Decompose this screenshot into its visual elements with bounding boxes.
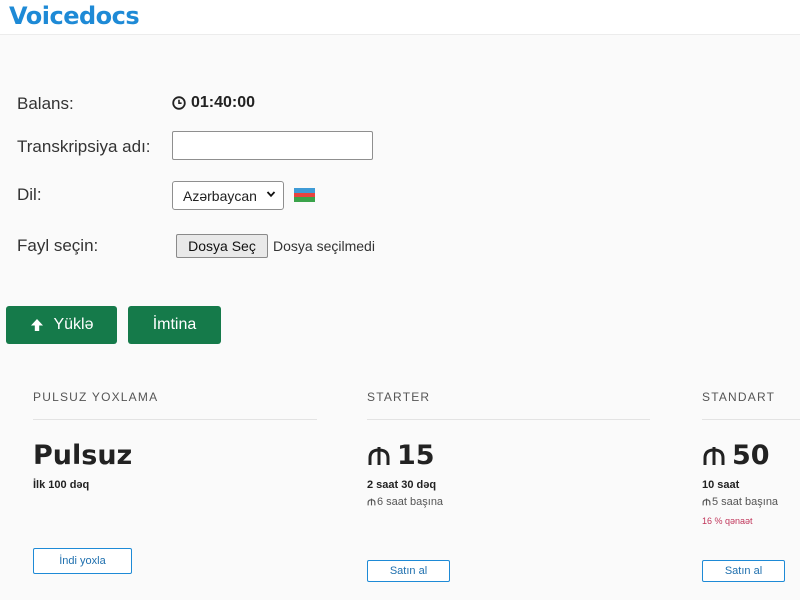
plan-price-value: 50 (732, 440, 770, 471)
balance-time: 01:40:00 (191, 94, 256, 111)
plan-rate-text: 6 saat başına (377, 496, 444, 508)
plan-name: PULSUZ YOXLAMA (33, 390, 159, 404)
plan-subtitle: 2 saat 30 dəq (367, 479, 437, 491)
manat-icon (702, 498, 711, 506)
manat-icon (703, 446, 725, 465)
divider (702, 419, 800, 420)
upload-button-label: Yüklə (53, 316, 94, 333)
upload-button[interactable]: Yüklə (6, 306, 117, 344)
plan-standard-card: STANDART 50 10 saat 5 saat başına 16 % q… (702, 390, 800, 582)
plan-rate-text: 5 saat başına (712, 496, 779, 508)
arrow-up-icon (31, 319, 44, 331)
plan-starter-card: STARTER 15 2 saat 30 dəq 6 saat başına S… (367, 390, 650, 582)
language-selected-value: Azərbaycan (183, 187, 257, 204)
savings-label: 16 % qənaət (702, 516, 753, 526)
plan-price-value: Pulsuz (33, 440, 133, 471)
transcription-name-label: Transkripsiya adı: (17, 137, 151, 156)
buy-starter-button[interactable]: Satın al (367, 560, 450, 582)
chevron-down-icon (266, 191, 276, 198)
clock-icon (172, 96, 186, 110)
plan-free-card: PULSUZ YOXLAMA Pulsuz İlk 100 dəq İndi y… (33, 390, 317, 574)
choose-file-button[interactable]: Dosya Seç (176, 234, 268, 258)
divider (33, 419, 317, 420)
try-now-button[interactable]: İndi yoxla (33, 548, 132, 574)
manat-icon (367, 498, 376, 506)
plan-name: STANDART (702, 390, 776, 404)
plan-name: STARTER (367, 390, 431, 404)
plan-rate: 5 saat başına (702, 496, 778, 508)
transcription-name-input[interactable] (172, 131, 373, 160)
plan-subtitle: İlk 100 dəq (33, 479, 90, 491)
app-logo[interactable]: Voicedocs (9, 2, 140, 30)
balance-value: 01:40:00 (172, 94, 255, 112)
app-header: Voicedocs (0, 0, 800, 35)
azerbaijan-flag-icon (294, 188, 315, 202)
divider (367, 419, 650, 420)
file-label: Fayl seçin: (17, 236, 99, 255)
cancel-button[interactable]: İmtina (128, 306, 221, 344)
plan-subtitle: 10 saat (702, 479, 740, 491)
plan-price: 50 (702, 440, 770, 471)
plan-price: Pulsuz (33, 440, 132, 471)
manat-icon (368, 446, 390, 465)
language-select[interactable]: Azərbaycan (172, 181, 284, 210)
buy-standard-button[interactable]: Satın al (702, 560, 785, 582)
plan-price: 15 (367, 440, 435, 471)
file-status: Dosya seçilmedi (273, 238, 375, 254)
balance-label: Balans: (17, 94, 74, 113)
plan-price-value: 15 (397, 440, 435, 471)
language-label: Dil: (17, 185, 42, 204)
plan-rate: 6 saat başına (367, 496, 443, 508)
